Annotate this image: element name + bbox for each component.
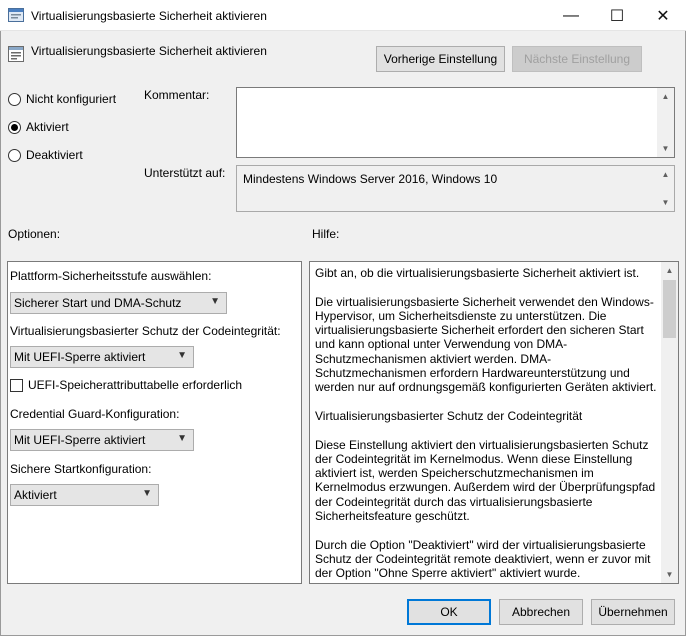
comment-label: Kommentar:: [144, 88, 210, 102]
chevron-down-icon: ▼: [177, 433, 187, 444]
help-paragraph: Durch die Option "Deaktiviert" wird der …: [315, 537, 651, 581]
previous-setting-button[interactable]: Vorherige Einstellung: [376, 46, 505, 72]
window-title: Virtualisierungsbasierte Sicherheit akti…: [31, 9, 267, 23]
title-bar: Virtualisierungsbasierte Sicherheit akti…: [0, 0, 686, 31]
uefi-mat-checkbox[interactable]: [10, 378, 23, 392]
hvci-label: Virtualisierungsbasierter Schutz der Cod…: [10, 324, 281, 338]
radio-circle[interactable]: [8, 148, 21, 162]
scroll-down-icon[interactable]: ▼: [657, 194, 674, 211]
setting-name: Virtualisierungsbasierte Sicherheit akti…: [31, 44, 267, 58]
radio-enabled[interactable]: Aktiviert: [8, 119, 69, 135]
scroll-down-icon[interactable]: ▼: [657, 140, 674, 157]
credential-guard-label: Credential Guard-Konfiguration:: [10, 407, 180, 421]
close-icon: ✕: [656, 7, 670, 25]
options-section-label: Optionen:: [8, 227, 61, 241]
chevron-down-icon: ▼: [142, 488, 152, 499]
next-setting-button[interactable]: Nächste Einstellung: [512, 46, 642, 72]
uefi-mat-label: UEFI-Speicherattributtabelle erforderlic…: [28, 378, 243, 392]
policy-window-icon: [8, 8, 24, 22]
secure-launch-label: Sichere Startkonfiguration:: [10, 462, 152, 476]
scroll-up-icon[interactable]: ▲: [657, 88, 674, 105]
radio-label: Deaktiviert: [26, 148, 83, 162]
hvci-dropdown[interactable]: Mit UEFI-Sperre aktiviert ▼: [10, 346, 194, 368]
scroll-up-icon[interactable]: ▲: [657, 166, 674, 183]
minimize-icon: —: [563, 6, 579, 24]
scroll-up-icon[interactable]: ▲: [661, 262, 678, 279]
comment-scrollbar[interactable]: ▲ ▼: [657, 88, 674, 157]
radio-disabled[interactable]: Deaktiviert: [8, 147, 83, 163]
ok-button[interactable]: OK: [407, 599, 491, 625]
radio-label: Nicht konfiguriert: [26, 92, 117, 106]
secure-launch-value: Aktiviert: [14, 488, 57, 502]
scroll-down-icon[interactable]: ▼: [661, 566, 678, 583]
supported-value: Mindestens Windows Server 2016, Windows …: [243, 172, 498, 186]
secure-launch-dropdown[interactable]: Aktiviert ▼: [10, 484, 159, 506]
platform-security-label: Plattform-Sicherheitsstufe auswählen:: [10, 269, 212, 283]
scroll-thumb[interactable]: [663, 280, 676, 338]
maximize-button[interactable]: ☐: [594, 0, 640, 31]
radio-circle[interactable]: [8, 92, 21, 106]
chevron-down-icon: ▼: [210, 296, 220, 307]
apply-button[interactable]: Übernehmen: [591, 599, 675, 625]
radio-not-configured[interactable]: Nicht konfiguriert: [8, 91, 116, 107]
help-text: Gibt an, ob die virtualisierungsbasierte…: [315, 266, 660, 583]
supported-label: Unterstützt auf:: [144, 166, 226, 180]
supported-field: Mindestens Windows Server 2016, Windows …: [236, 165, 675, 212]
chevron-down-icon: ▼: [177, 350, 187, 361]
comment-textarea[interactable]: ▲ ▼: [236, 87, 675, 158]
radio-label: Aktiviert: [26, 120, 69, 134]
setting-icon: [8, 46, 24, 62]
uefi-mat-checkbox-row[interactable]: UEFI-Speicherattributtabelle erforderlic…: [10, 377, 242, 393]
help-paragraph: Virtualisierungsbasierter Schutz der Cod…: [315, 408, 583, 423]
help-section-label: Hilfe:: [312, 227, 340, 241]
platform-security-dropdown[interactable]: Sicherer Start und DMA-Schutz ▼: [10, 292, 227, 314]
close-button[interactable]: ✕: [640, 0, 686, 31]
help-panel: Gibt an, ob die virtualisierungsbasierte…: [309, 261, 679, 584]
minimize-button[interactable]: —: [548, 0, 594, 31]
help-paragraph: Gibt an, ob die virtualisierungsbasierte…: [315, 266, 640, 280]
help-scrollbar[interactable]: ▲ ▼: [661, 262, 678, 583]
hvci-value: Mit UEFI-Sperre aktiviert: [14, 350, 146, 364]
options-panel: Plattform-Sicherheitsstufe auswählen: Si…: [7, 261, 302, 584]
credential-guard-value: Mit UEFI-Sperre aktiviert: [14, 433, 146, 447]
maximize-icon: ☐: [609, 7, 625, 25]
radio-circle[interactable]: [8, 120, 21, 134]
platform-security-value: Sicherer Start und DMA-Schutz: [14, 296, 182, 310]
cancel-button[interactable]: Abbrechen: [499, 599, 583, 625]
supported-scrollbar[interactable]: ▲ ▼: [657, 166, 674, 211]
help-paragraph: Diese Einstellung aktiviert den virtuali…: [315, 437, 656, 524]
credential-guard-dropdown[interactable]: Mit UEFI-Sperre aktiviert ▼: [10, 429, 194, 451]
help-paragraph: Die virtualisierungsbasierte Sicherheit …: [315, 294, 657, 395]
